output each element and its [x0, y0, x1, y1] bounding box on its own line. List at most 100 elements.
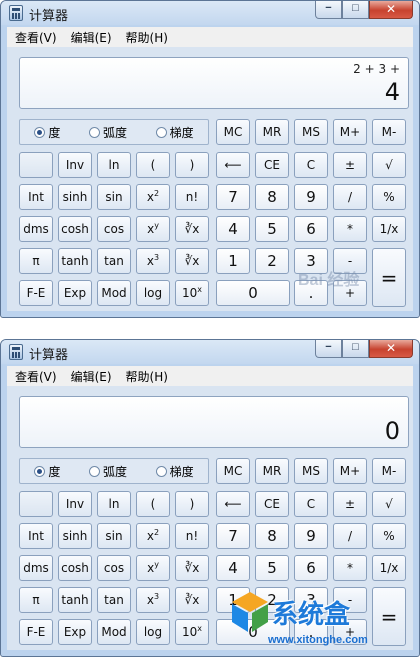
sin-button[interactable]: sin: [97, 523, 131, 549]
sinh-button[interactable]: sinh: [58, 523, 92, 549]
factorial-button[interactable]: n!: [175, 184, 209, 210]
digit-7-button[interactable]: 7: [216, 523, 250, 549]
menu-item-help[interactable]: 帮助(H): [126, 29, 168, 46]
divide-button[interactable]: /: [333, 184, 367, 210]
mc-button[interactable]: MC: [216, 458, 250, 484]
sqrt-button[interactable]: √: [372, 491, 406, 517]
backspace-button[interactable]: ⟵: [216, 491, 250, 517]
close-button[interactable]: ✕: [369, 1, 413, 19]
int-button[interactable]: Int: [19, 184, 53, 210]
square-button[interactable]: x2: [136, 184, 170, 210]
digit-4-button[interactable]: 4: [216, 555, 250, 581]
digit-8-button[interactable]: 8: [255, 184, 289, 210]
mminus-button[interactable]: M-: [372, 458, 406, 484]
rparen-button[interactable]: ): [175, 491, 209, 517]
cos-button[interactable]: cos: [97, 216, 131, 242]
equals-button[interactable]: =: [372, 248, 406, 307]
minimize-button[interactable]: −: [315, 340, 342, 358]
backspace-button[interactable]: ⟵: [216, 152, 250, 178]
cuberoot-button[interactable]: ∛x: [175, 248, 209, 274]
tan-button[interactable]: tan: [97, 587, 131, 613]
digit-5-button[interactable]: 5: [255, 555, 289, 581]
radio-icon[interactable]: [88, 126, 100, 138]
digit-5-button[interactable]: 5: [255, 216, 289, 242]
mplus-button[interactable]: M+: [333, 458, 367, 484]
mr-button[interactable]: MR: [255, 119, 289, 145]
radio-icon[interactable]: [155, 465, 167, 477]
plusminus-button[interactable]: ±: [333, 491, 367, 517]
fe-button[interactable]: F-E: [19, 619, 53, 645]
mod-button[interactable]: Mod: [97, 619, 131, 645]
mod-button[interactable]: Mod: [97, 280, 131, 306]
tanh-button[interactable]: tanh: [58, 587, 92, 613]
angle-mode-degrees[interactable]: 度: [34, 124, 60, 141]
cube-button[interactable]: x3: [136, 248, 170, 274]
menu-item-view[interactable]: 查看(V): [15, 368, 57, 385]
clear-button[interactable]: C: [294, 491, 328, 517]
reciprocal-button[interactable]: 1/x: [372, 555, 406, 581]
radio-icon[interactable]: [88, 465, 100, 477]
radio-icon[interactable]: [155, 126, 167, 138]
tan-button[interactable]: tan: [97, 248, 131, 274]
maximize-button[interactable]: □: [342, 1, 369, 19]
digit-9-button[interactable]: 9: [294, 184, 328, 210]
digit-9-button[interactable]: 9: [294, 523, 328, 549]
radio-icon[interactable]: [34, 126, 46, 138]
digit-2-button[interactable]: 2: [255, 248, 289, 274]
percent-button[interactable]: %: [372, 184, 406, 210]
digit-0-button[interactable]: 0: [216, 280, 290, 306]
divide-button[interactable]: /: [333, 523, 367, 549]
digit-8-button[interactable]: 8: [255, 523, 289, 549]
factorial-button[interactable]: n!: [175, 523, 209, 549]
lparen-button[interactable]: (: [136, 491, 170, 517]
reciprocal-button[interactable]: 1/x: [372, 216, 406, 242]
tanh-button[interactable]: tanh: [58, 248, 92, 274]
ten-power-button[interactable]: 10 x: [175, 619, 209, 645]
mminus-button[interactable]: M-: [372, 119, 406, 145]
pi-button[interactable]: π: [19, 248, 53, 274]
cosh-button[interactable]: cosh: [58, 216, 92, 242]
percent-button[interactable]: %: [372, 523, 406, 549]
maximize-button[interactable]: □: [342, 340, 369, 358]
mplus-button[interactable]: M+: [333, 119, 367, 145]
fe-button[interactable]: F-E: [19, 280, 53, 306]
pi-button[interactable]: π: [19, 587, 53, 613]
cube-button[interactable]: x3: [136, 587, 170, 613]
sinh-button[interactable]: sinh: [58, 184, 92, 210]
ce-button[interactable]: CE: [255, 152, 289, 178]
yroot-button[interactable]: ∛x: [175, 555, 209, 581]
menu-item-edit[interactable]: 编辑(E): [71, 368, 112, 385]
ln-button[interactable]: ln: [97, 152, 131, 178]
menu-item-help[interactable]: 帮助(H): [126, 368, 168, 385]
mc-button[interactable]: MC: [216, 119, 250, 145]
dms-button[interactable]: dms: [19, 555, 53, 581]
plusminus-button[interactable]: ±: [333, 152, 367, 178]
log-button[interactable]: log: [136, 280, 170, 306]
menu-item-view[interactable]: 查看(V): [15, 29, 57, 46]
ln-button[interactable]: ln: [97, 491, 131, 517]
radio-icon[interactable]: [34, 465, 46, 477]
cos-button[interactable]: cos: [97, 555, 131, 581]
sin-button[interactable]: sin: [97, 184, 131, 210]
cuberoot-button[interactable]: ∛x: [175, 587, 209, 613]
log-button[interactable]: log: [136, 619, 170, 645]
exp-button[interactable]: Exp: [58, 619, 92, 645]
yroot-button[interactable]: ∛x: [175, 216, 209, 242]
digit-4-button[interactable]: 4: [216, 216, 250, 242]
digit-7-button[interactable]: 7: [216, 184, 250, 210]
sqrt-button[interactable]: √: [372, 152, 406, 178]
angle-mode-grads[interactable]: 梯度: [155, 463, 194, 480]
angle-mode-radians[interactable]: 弧度: [88, 463, 127, 480]
mr-button[interactable]: MR: [255, 458, 289, 484]
close-button[interactable]: ✕: [369, 340, 413, 358]
clear-button[interactable]: C: [294, 152, 328, 178]
inv-button[interactable]: Inv: [58, 152, 92, 178]
angle-mode-radians[interactable]: 弧度: [88, 124, 127, 141]
ms-button[interactable]: MS: [294, 458, 328, 484]
cosh-button[interactable]: cosh: [58, 555, 92, 581]
menu-item-edit[interactable]: 编辑(E): [71, 29, 112, 46]
inv-button[interactable]: Inv: [58, 491, 92, 517]
square-button[interactable]: x2: [136, 523, 170, 549]
power-button[interactable]: xy: [136, 555, 170, 581]
digit-6-button[interactable]: 6: [294, 555, 328, 581]
